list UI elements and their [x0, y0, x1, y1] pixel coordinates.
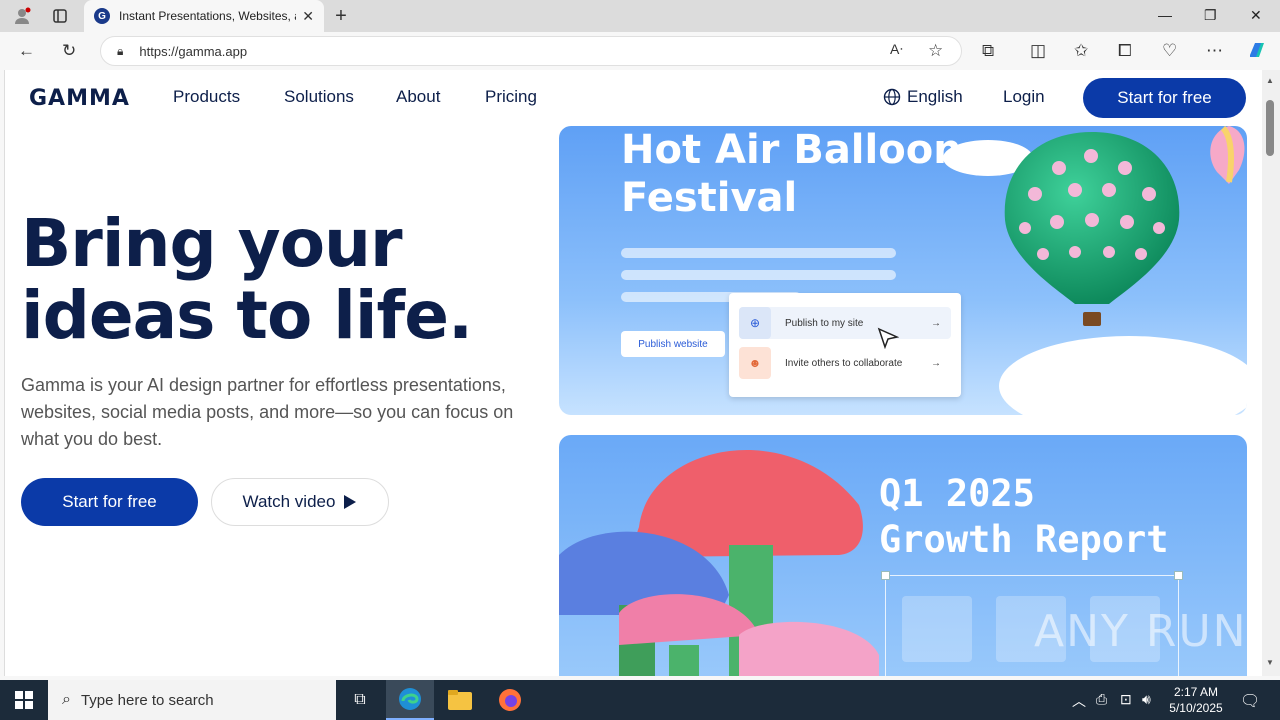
tabs-icon[interactable] — [50, 6, 70, 26]
menu-item-publish-label: Publish to my site — [785, 317, 864, 329]
search-icon: ⌕ — [62, 691, 71, 708]
split-screen-icon[interactable]: ◫ — [1030, 41, 1046, 61]
scrollbar-thumb[interactable] — [1266, 100, 1274, 156]
nav-about[interactable]: About — [396, 87, 440, 107]
resize-handle — [1174, 571, 1183, 580]
tab-bar: G Instant Presentations, Websites, a ✕ +… — [0, 0, 1280, 32]
card1-title: Hot Air Balloon Festival — [621, 126, 962, 222]
active-tab[interactable]: G Instant Presentations, Websites, a ✕ — [84, 0, 324, 32]
language-label: English — [907, 87, 963, 106]
hero-title-line2: ideas to life. — [21, 277, 473, 354]
gamma-favicon-icon: G — [94, 8, 110, 24]
hot-air-balloon-card[interactable]: Hot Air Balloon Festival Publish website… — [559, 126, 1247, 415]
menu-item-invite-label: Invite others to collaborate — [785, 357, 903, 369]
login-link[interactable]: Login — [1003, 87, 1045, 107]
performance-icon[interactable]: ♡ — [1162, 41, 1177, 61]
firefox-icon[interactable] — [486, 680, 534, 720]
tab-title: Instant Presentations, Websites, a — [119, 9, 297, 23]
hot-air-balloon-image — [1004, 132, 1180, 326]
restore-icon[interactable]: ❐ — [1204, 7, 1217, 24]
window-close-icon[interactable]: ✕ — [1250, 7, 1262, 24]
favorite-star-icon[interactable]: ☆ — [928, 41, 943, 61]
text-placeholder-bar — [621, 270, 896, 280]
windows-start-icon[interactable] — [0, 680, 48, 720]
task-view-icon[interactable]: ⧉ — [336, 680, 384, 720]
collections-icon[interactable]: ⧠ — [1118, 41, 1132, 61]
arrow-right-icon: → — [931, 357, 941, 369]
address-bar: ← ↻ 🔒︎ https://gamma.app Aᐧ ☆ ⧉ ◫ ✩ ⧠ ♡ … — [0, 32, 1280, 70]
clock-date: 5/10/2025 — [1169, 701, 1223, 715]
image-placeholder-icon — [902, 596, 972, 662]
hero-start-button[interactable]: Start for free — [21, 478, 198, 526]
windows-taskbar: ⌕ Type here to search ⧉ ︿ ⎙ ⊡ 🔊︎ 2:17 AM… — [0, 680, 1280, 720]
back-icon[interactable]: ← — [18, 41, 35, 61]
language-selector[interactable]: English — [883, 87, 963, 107]
nav-solutions[interactable]: Solutions — [284, 87, 354, 107]
extensions-icon[interactable]: ⧉ — [982, 41, 994, 61]
header-start-button[interactable]: Start for free — [1083, 78, 1246, 118]
lock-icon: 🔒︎ — [117, 43, 124, 58]
hero-title: Bring your ideas to life. — [21, 208, 541, 352]
hero-subtitle: Gamma is your AI design partner for effo… — [21, 375, 514, 449]
text-placeholder-bar — [621, 248, 896, 258]
play-icon — [344, 495, 357, 509]
publish-menu: ⊕ Publish to my site → ☻ Invite others t… — [729, 293, 961, 397]
edge-icon[interactable] — [386, 680, 434, 720]
clock-time: 2:17 AM — [1173, 685, 1219, 699]
arrow-right-icon: → — [931, 317, 941, 329]
resize-handle — [881, 571, 890, 580]
globe-icon — [883, 88, 901, 106]
cloud-image — [999, 336, 1247, 415]
device-icon[interactable]: ⎙ — [1096, 691, 1107, 708]
webpage: GAMMA Products Solutions About Pricing E… — [4, 70, 1262, 676]
search-placeholder: Type here to search — [80, 691, 214, 709]
card1-title-line2: Festival — [621, 175, 798, 221]
file-explorer-icon[interactable] — [436, 680, 484, 720]
card2-title-line2: Growth Report — [879, 518, 1169, 561]
minimize-icon[interactable]: — — [1158, 7, 1172, 23]
watch-video-button[interactable]: Watch video — [211, 478, 389, 526]
hero-title-line1: Bring your — [21, 205, 403, 282]
gamma-logo[interactable]: GAMMA — [29, 86, 130, 111]
scroll-up-icon[interactable]: ▲ — [1266, 76, 1274, 85]
card2-title-line1: Q1 2025 — [879, 472, 1035, 515]
anyrun-watermark: ANY RUN — [1034, 606, 1248, 657]
cursor-icon — [877, 327, 899, 349]
refresh-icon[interactable]: ↻ — [62, 41, 76, 61]
favorites-icon[interactable]: ✩ — [1074, 41, 1088, 61]
vertical-scrollbar[interactable]: ▲ ▼ — [1262, 70, 1280, 676]
nav-pricing[interactable]: Pricing — [485, 87, 537, 107]
watch-video-label: Watch video — [242, 492, 336, 511]
scroll-down-icon[interactable]: ▼ — [1266, 658, 1274, 667]
more-icon[interactable]: ⋯ — [1206, 41, 1223, 61]
profile-icon[interactable] — [12, 6, 32, 26]
copilot-icon[interactable] — [1246, 39, 1268, 66]
card1-title-line1: Hot Air Balloon — [621, 127, 962, 173]
publish-website-button: Publish website — [621, 331, 725, 357]
menu-item-invite: ☻ Invite others to collaborate → — [739, 347, 951, 379]
close-icon[interactable]: ✕ — [302, 8, 314, 25]
read-aloud-icon[interactable]: Aᐧ — [890, 41, 903, 58]
chevron-up-icon[interactable]: ︿ — [1072, 691, 1086, 711]
url-text: https://gamma.app — [139, 43, 248, 59]
globe-icon: ⊕ — [739, 307, 771, 339]
new-tab-icon[interactable]: + — [331, 5, 351, 27]
small-balloon-image — [1210, 126, 1245, 184]
site-header: GAMMA Products Solutions About Pricing E… — [5, 70, 1262, 126]
mushroom-image — [559, 450, 879, 676]
card2-title: Q1 2025 Growth Report — [879, 471, 1169, 563]
person-icon: ☻ — [739, 347, 771, 379]
menu-item-publish: ⊕ Publish to my site → — [739, 307, 951, 339]
system-clock[interactable]: 2:17 AM 5/10/2025 — [1164, 684, 1228, 716]
notification-icon[interactable]: 🗨︎ — [1240, 691, 1260, 711]
nav-products[interactable]: Products — [173, 87, 240, 107]
volume-icon[interactable]: 🔊︎ — [1142, 691, 1151, 708]
network-icon[interactable]: ⊡ — [1120, 691, 1132, 708]
taskbar-search[interactable]: ⌕ Type here to search — [48, 680, 336, 720]
url-field[interactable]: 🔒︎ https://gamma.app — [100, 36, 962, 66]
